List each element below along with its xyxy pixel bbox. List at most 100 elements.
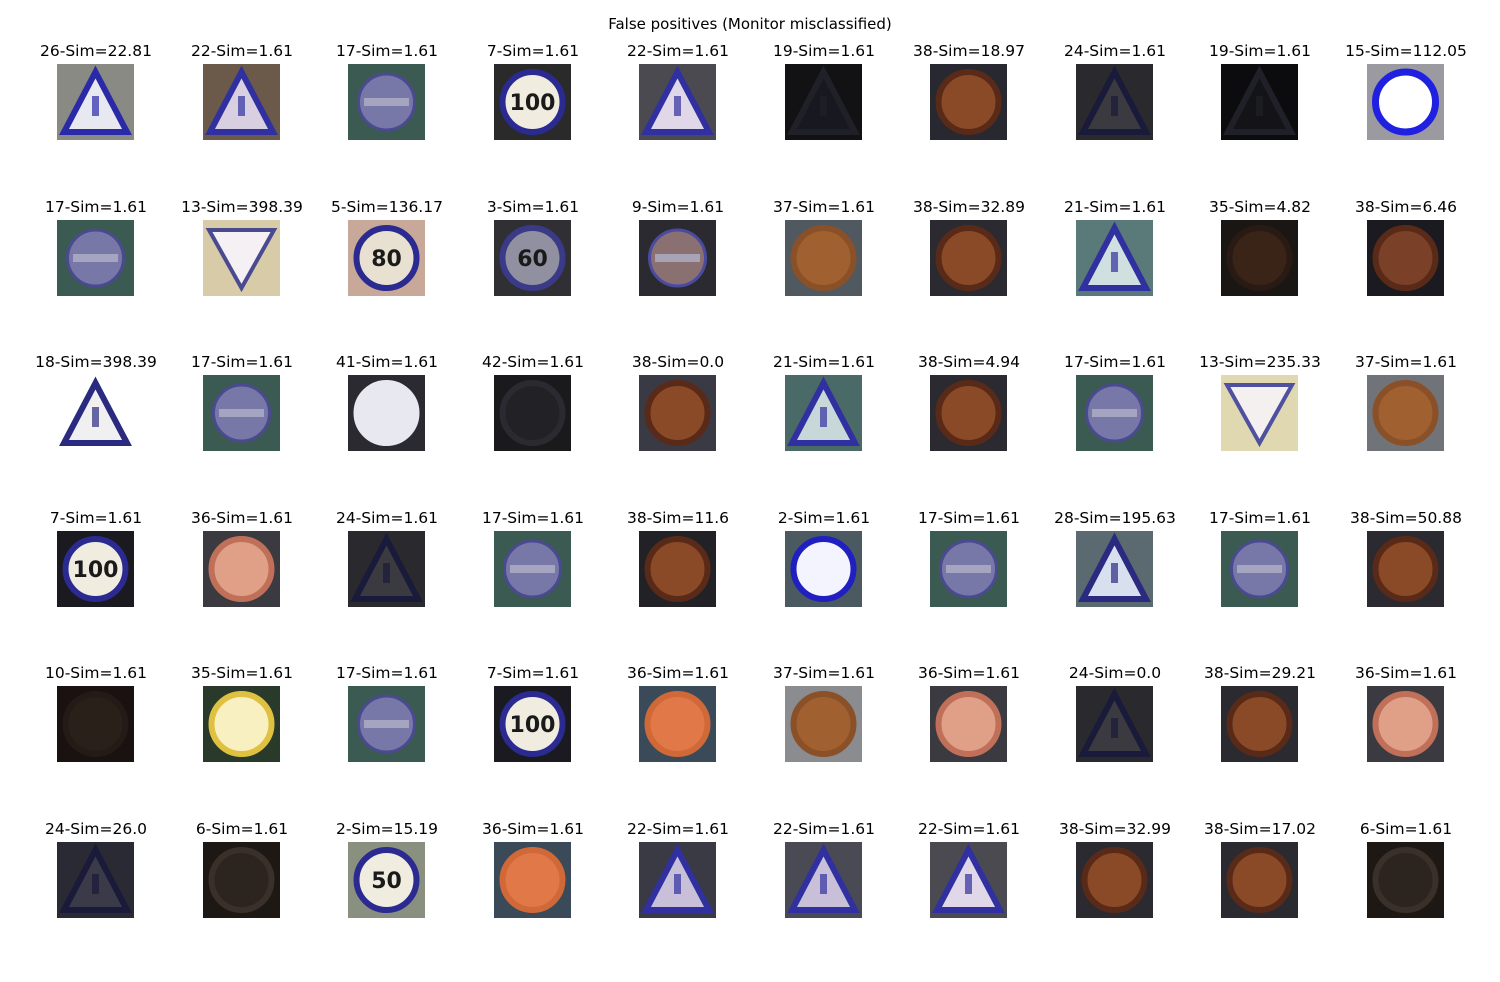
thumbnail-cell: 17-Sim=1.61 (1185, 509, 1335, 619)
thumbnail-label: 36-Sim=1.61 (917, 664, 1021, 682)
sign-thumbnail (57, 842, 134, 918)
sign-image (639, 64, 716, 140)
thumbnail-label: 10-Sim=1.61 (44, 664, 148, 682)
thumbnail-cell: 21-Sim=1.61 (749, 353, 899, 463)
sign-thumbnail (1076, 531, 1153, 607)
sign-thumbnail (348, 64, 425, 140)
sign-thumbnail (639, 64, 716, 140)
sign-thumbnail (203, 375, 280, 451)
sign-image (1221, 220, 1298, 296)
sign-thumbnail (785, 842, 862, 918)
thumbnail-label: 6-Sim=1.61 (195, 820, 289, 838)
thumbnail-label: 36-Sim=1.61 (190, 509, 294, 527)
thumbnail-label: 19-Sim=1.61 (772, 42, 876, 60)
sign-image (639, 375, 716, 451)
thumbnail-cell: 2-Sim=15.19 50 (312, 820, 462, 930)
thumbnail-cell: 22-Sim=1.61 (603, 820, 753, 930)
thumbnail-label: 38-Sim=29.21 (1204, 664, 1316, 682)
svg-text:50: 50 (371, 869, 402, 894)
sign-image (930, 531, 1007, 607)
sign-image (57, 220, 134, 296)
sign-image: 100 (57, 531, 134, 607)
thumbnail-cell: 24-Sim=26.0 (21, 820, 171, 930)
thumbnail-label: 17-Sim=1.61 (1208, 509, 1312, 527)
sign-thumbnail (203, 686, 280, 762)
sign-image (639, 531, 716, 607)
sign-image (203, 531, 280, 607)
sign-thumbnail (930, 220, 1007, 296)
thumbnail-label: 36-Sim=1.61 (1354, 664, 1458, 682)
sign-thumbnail (1367, 220, 1444, 296)
thumbnail-cell: 2-Sim=1.61 (749, 509, 899, 619)
sign-image (1221, 686, 1298, 762)
thumbnail-cell: 36-Sim=1.61 (458, 820, 608, 930)
thumbnail-label: 35-Sim=4.82 (1208, 198, 1312, 216)
sign-thumbnail: 80 (348, 220, 425, 296)
thumbnail-label: 41-Sim=1.61 (335, 353, 439, 371)
sign-image (1076, 842, 1153, 918)
sign-image (930, 220, 1007, 296)
sign-image (57, 64, 134, 140)
thumbnail-cell: 15-Sim=112.05 (1331, 42, 1481, 152)
sign-thumbnail (348, 531, 425, 607)
thumbnail-label: 17-Sim=1.61 (335, 42, 439, 60)
sign-thumbnail (930, 842, 1007, 918)
thumbnail-cell: 7-Sim=1.61 100 (458, 42, 608, 152)
thumbnail-cell: 38-Sim=32.89 (894, 198, 1044, 308)
thumbnail-cell: 22-Sim=1.61 (749, 820, 899, 930)
sign-thumbnail (930, 64, 1007, 140)
sign-image (639, 220, 716, 296)
thumbnail-cell: 17-Sim=1.61 (458, 509, 608, 619)
thumbnail-cell: 36-Sim=1.61 (894, 664, 1044, 774)
thumbnail-cell: 41-Sim=1.61 (312, 353, 462, 463)
thumbnail-cell: 36-Sim=1.61 (1331, 664, 1481, 774)
thumbnail-label: 19-Sim=1.61 (1208, 42, 1312, 60)
thumbnail-label: 38-Sim=0.0 (631, 353, 725, 371)
sign-thumbnail (494, 842, 571, 918)
thumbnail-label: 17-Sim=1.61 (44, 198, 148, 216)
thumbnail-cell: 6-Sim=1.61 (1331, 820, 1481, 930)
thumbnail-cell: 35-Sim=1.61 (167, 664, 317, 774)
thumbnail-label: 21-Sim=1.61 (772, 353, 876, 371)
thumbnail-label: 38-Sim=17.02 (1204, 820, 1316, 838)
sign-image (785, 220, 862, 296)
sign-image (348, 64, 425, 140)
thumbnail-label: 38-Sim=4.94 (917, 353, 1021, 371)
sign-thumbnail (785, 531, 862, 607)
sign-thumbnail (203, 531, 280, 607)
thumbnail-label: 22-Sim=1.61 (772, 820, 876, 838)
sign-thumbnail (57, 220, 134, 296)
thumbnail-cell: 17-Sim=1.61 (312, 664, 462, 774)
sign-image (1221, 531, 1298, 607)
sign-image (930, 375, 1007, 451)
sign-image: 50 (348, 842, 425, 918)
sign-thumbnail (1221, 531, 1298, 607)
sign-thumbnail (57, 64, 134, 140)
sign-image (1367, 686, 1444, 762)
sign-image (203, 842, 280, 918)
sign-thumbnail: 100 (494, 686, 571, 762)
thumbnail-label: 17-Sim=1.61 (335, 664, 439, 682)
sign-image (203, 220, 280, 296)
sign-image (494, 842, 571, 918)
sign-thumbnail (639, 375, 716, 451)
thumbnail-label: 35-Sim=1.61 (190, 664, 294, 682)
thumbnail-label: 13-Sim=398.39 (181, 198, 303, 216)
thumbnail-cell: 38-Sim=29.21 (1185, 664, 1335, 774)
sign-image (1076, 375, 1153, 451)
thumbnail-label: 24-Sim=0.0 (1068, 664, 1162, 682)
thumbnail-cell: 7-Sim=1.61 100 (458, 664, 608, 774)
thumbnail-label: 38-Sim=11.6 (626, 509, 730, 527)
thumbnail-label: 22-Sim=1.61 (626, 42, 730, 60)
sign-image: 100 (494, 64, 571, 140)
sign-thumbnail (1221, 686, 1298, 762)
thumbnail-label: 38-Sim=6.46 (1354, 198, 1458, 216)
thumbnail-label: 38-Sim=18.97 (913, 42, 1025, 60)
sign-thumbnail (1221, 64, 1298, 140)
thumbnail-cell: 19-Sim=1.61 (1185, 42, 1335, 152)
sign-image (203, 375, 280, 451)
thumbnail-cell: 38-Sim=6.46 (1331, 198, 1481, 308)
thumbnail-label: 5-Sim=136.17 (331, 198, 443, 216)
sign-image (1076, 220, 1153, 296)
sign-thumbnail (1367, 842, 1444, 918)
